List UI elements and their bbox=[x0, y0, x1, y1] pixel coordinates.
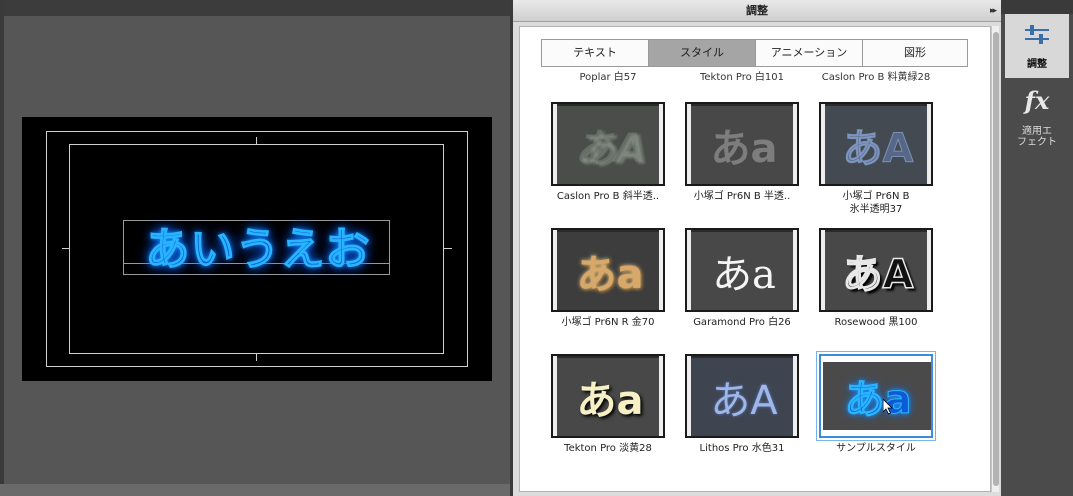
thumb-edge-left bbox=[821, 104, 825, 184]
style-grid: Poplar 白57 Tekton Pro 白101 Caslon Pro B … bbox=[520, 68, 992, 488]
center-tick-right bbox=[444, 248, 452, 249]
mouse-cursor-icon bbox=[883, 399, 893, 415]
thumb-edge-left bbox=[821, 230, 825, 310]
style-label: サンプルスタイル bbox=[836, 443, 916, 454]
style-sample-text: あA bbox=[574, 126, 646, 172]
tab-text[interactable]: テキスト bbox=[541, 39, 648, 67]
monitor-left-edge bbox=[0, 0, 4, 496]
monitor-bottom-bar bbox=[0, 484, 510, 496]
center-tick-top bbox=[256, 137, 257, 145]
thumb-edge-left bbox=[687, 356, 691, 436]
panel-body: テキスト スタイル アニメーション 図形 Poplar 白57 Tekton P… bbox=[519, 26, 991, 492]
tab-bar: テキスト スタイル アニメーション 図形 bbox=[541, 39, 968, 67]
tab-style[interactable]: スタイル bbox=[648, 39, 755, 67]
thumb-edge-left bbox=[687, 104, 691, 184]
style-label: Lithos Pro 水色31 bbox=[699, 443, 785, 454]
style-item[interactable]: あA 小塚ゴ Pr6N B 氷半透明37 bbox=[809, 68, 943, 215]
thumb-edge-right bbox=[659, 356, 663, 436]
style-item[interactable]: あa Garamond Pro 白26 bbox=[675, 194, 809, 328]
style-sample-text: あa bbox=[710, 126, 778, 172]
style-sample-text: あA bbox=[710, 378, 778, 424]
style-list-scrollbar[interactable] bbox=[991, 26, 999, 492]
style-thumbnail: あA bbox=[819, 102, 933, 186]
style-sample-text: あa bbox=[576, 378, 644, 424]
style-item[interactable]: あa 小塚ゴ Pr6N R 金70 bbox=[541, 194, 675, 328]
thumb-edge-right bbox=[793, 356, 797, 436]
sidebar-adjust-button[interactable]: 調整 bbox=[1005, 14, 1069, 78]
canvas-title-text[interactable]: あいうえお bbox=[123, 213, 393, 277]
sidebar-effects-label-2: フェクト bbox=[1017, 137, 1057, 148]
style-item-selected[interactable]: あa サンプルスタイル bbox=[809, 320, 943, 454]
style-sample-text: あA bbox=[842, 251, 914, 299]
thumb-edge-right bbox=[927, 230, 931, 310]
thumb-edge-right bbox=[793, 230, 797, 310]
style-thumbnail: あA bbox=[685, 354, 799, 438]
center-tick-left bbox=[62, 248, 70, 249]
panel-header: 調整 ▸▸ bbox=[513, 0, 1001, 22]
sidebar-top-bar bbox=[1001, 0, 1073, 14]
sidebar-adjust-label: 調整 bbox=[1027, 59, 1047, 70]
style-thumbnail: あa bbox=[819, 354, 933, 438]
style-thumbnail: あa bbox=[685, 228, 799, 312]
style-item[interactable]: あA Rosewood 黒100 bbox=[809, 194, 943, 328]
style-thumbnail: あA bbox=[819, 228, 933, 312]
thumb-edge-left bbox=[687, 230, 691, 310]
tab-shape[interactable]: 図形 bbox=[862, 39, 968, 67]
fx-icon: fx bbox=[1024, 86, 1050, 115]
thumb-edge-left bbox=[553, 230, 557, 310]
program-monitor: あいうえお bbox=[0, 0, 510, 496]
thumb-edge-left bbox=[553, 356, 557, 436]
style-thumbnail: あa bbox=[551, 228, 665, 312]
thumb-edge-right bbox=[659, 230, 663, 310]
sliders-icon bbox=[1025, 25, 1049, 44]
style-sample-text: あa bbox=[844, 377, 912, 424]
panel-title: 調整 bbox=[746, 4, 768, 17]
adjust-panel: 調整 ▸▸ テキスト スタイル アニメーション 図形 Poplar 白57 Te… bbox=[513, 0, 1001, 496]
sidebar-effects-button[interactable]: fx 適用エ フェクト bbox=[1005, 86, 1069, 148]
style-thumbnail: あa bbox=[685, 102, 799, 186]
thumb-edge-right bbox=[927, 104, 931, 184]
style-item[interactable]: あa Tekton Pro 淡黄28 bbox=[541, 320, 675, 454]
thumb-edge-right bbox=[793, 104, 797, 184]
right-sidebar: 調整 fx 適用エ フェクト bbox=[1001, 0, 1073, 496]
tab-animation[interactable]: アニメーション bbox=[755, 39, 862, 67]
style-label: Tekton Pro 淡黄28 bbox=[564, 443, 652, 454]
style-item[interactable]: あa 小塚ゴ Pr6N B 半透.. bbox=[675, 68, 809, 202]
style-item[interactable]: あA Caslon Pro B 斜半透.. bbox=[541, 68, 675, 202]
sidebar-effects-label-1: 適用エ bbox=[1022, 126, 1052, 137]
title-canvas[interactable]: あいうえお bbox=[22, 117, 492, 381]
style-thumbnail: あA bbox=[551, 102, 665, 186]
style-sample-text: あa bbox=[712, 252, 776, 298]
monitor-top-bar bbox=[0, 0, 510, 16]
style-item[interactable]: あA Lithos Pro 水色31 bbox=[675, 320, 809, 454]
style-sample-text: あa bbox=[576, 252, 644, 298]
center-tick-bottom bbox=[256, 353, 257, 361]
panel-menu-icon[interactable]: ▸▸ bbox=[990, 0, 997, 22]
thumb-edge-left bbox=[553, 104, 557, 184]
thumb-edge-right bbox=[659, 104, 663, 184]
scrollbar-thumb[interactable] bbox=[993, 32, 999, 486]
style-thumbnail: あa bbox=[551, 354, 665, 438]
style-sample-text: あA bbox=[842, 126, 914, 173]
